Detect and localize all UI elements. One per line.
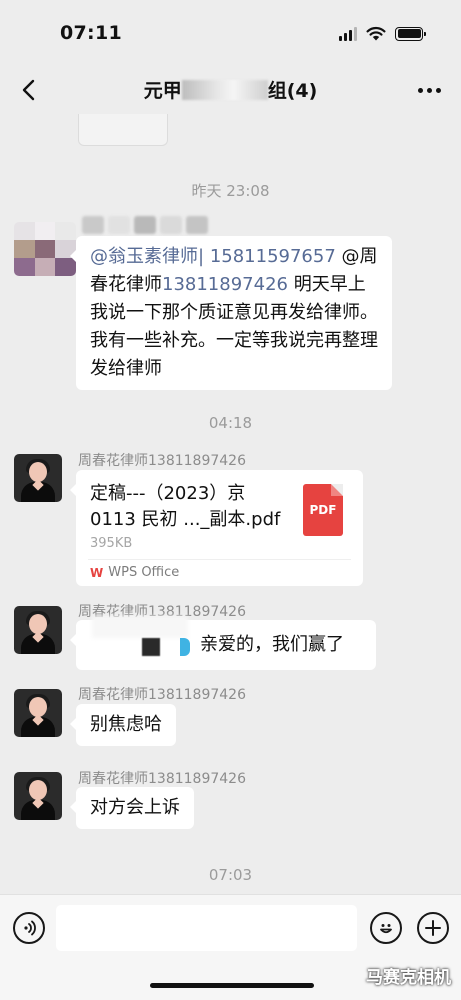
previous-message-bubble bbox=[78, 114, 168, 146]
voice-icon[interactable] bbox=[13, 912, 45, 944]
message-bubble[interactable]: 亲爱的，我们赢了 bbox=[70, 616, 376, 670]
status-icons bbox=[339, 26, 426, 41]
chat-title: 元甲 组(4) bbox=[0, 76, 461, 103]
phone-link[interactable]: 13811897426 bbox=[162, 274, 288, 295]
time-separator: 04:18 bbox=[208, 414, 253, 432]
wifi-icon bbox=[366, 26, 386, 41]
sender-name: 周春花律师13811897426 bbox=[78, 687, 246, 703]
battery-icon bbox=[395, 26, 426, 41]
file-name: 定稿---（2023）京0113 民初 ..._副本.pdf bbox=[90, 483, 281, 530]
phone-link[interactable]: 15811597657 bbox=[210, 246, 336, 267]
wps-icon: W bbox=[90, 565, 104, 580]
mention-link[interactable]: @翁玉素律师| bbox=[90, 246, 204, 267]
file-source-label: WPS Office bbox=[108, 565, 180, 580]
file-source: W WPS Office bbox=[90, 565, 179, 580]
blurred-content bbox=[92, 616, 188, 638]
message-bubble[interactable]: @翁玉素律师| 15811597657 @周春花律师13811897426 明天… bbox=[70, 236, 392, 390]
time-separator: 07:03 bbox=[208, 866, 253, 884]
message-text: 亲爱的，我们赢了 bbox=[200, 634, 344, 655]
pdf-file-icon: PDF bbox=[303, 484, 343, 536]
emoji-icon[interactable] bbox=[370, 912, 402, 944]
file-size: 395KB bbox=[90, 536, 133, 551]
file-message-card[interactable]: 定稿---（2023）京0113 民初 ..._副本.pdf 395KB PDF… bbox=[70, 470, 363, 586]
sender-name: 周春花律师13811897426 bbox=[78, 453, 246, 469]
plus-icon[interactable] bbox=[417, 912, 449, 944]
sender-name-blurred bbox=[82, 216, 232, 238]
chat-title-prefix: 元甲 bbox=[143, 80, 182, 102]
message-text: 别焦虑哈 bbox=[90, 714, 162, 735]
message-text: 对方会上诉 bbox=[90, 797, 180, 818]
divider bbox=[88, 559, 351, 560]
signal-icon bbox=[339, 26, 357, 41]
message-input[interactable] bbox=[56, 905, 357, 951]
avatar[interactable] bbox=[14, 772, 62, 820]
blurred-content bbox=[180, 638, 190, 656]
avatar[interactable] bbox=[14, 689, 62, 737]
pdf-icon-label: PDF bbox=[309, 503, 337, 517]
avatar[interactable] bbox=[14, 222, 76, 276]
sender-name: 周春花律师13811897426 bbox=[78, 771, 246, 787]
status-time: 07:11 bbox=[60, 22, 122, 44]
redacted-title-blur bbox=[181, 80, 268, 100]
blurred-content bbox=[142, 638, 160, 656]
chat-title-suffix: 组(4) bbox=[267, 80, 318, 102]
avatar[interactable] bbox=[14, 606, 62, 654]
time-separator: 昨天 23:08 bbox=[191, 182, 270, 200]
chat-area[interactable]: 昨天 23:08 @翁玉素律师| 15811597657 @周春花律师13811… bbox=[0, 114, 461, 894]
home-indicator[interactable] bbox=[150, 983, 314, 988]
message-bubble[interactable]: 对方会上诉 bbox=[70, 787, 194, 829]
more-icon[interactable] bbox=[418, 78, 441, 103]
mention-at: @ bbox=[341, 246, 360, 267]
avatar[interactable] bbox=[14, 454, 62, 502]
nav-bar: 元甲 组(4) bbox=[0, 66, 461, 114]
message-bubble[interactable]: 别焦虑哈 bbox=[70, 704, 176, 746]
watermark: 马赛克相机 bbox=[366, 968, 451, 988]
status-bar: 07:11 bbox=[0, 0, 461, 66]
